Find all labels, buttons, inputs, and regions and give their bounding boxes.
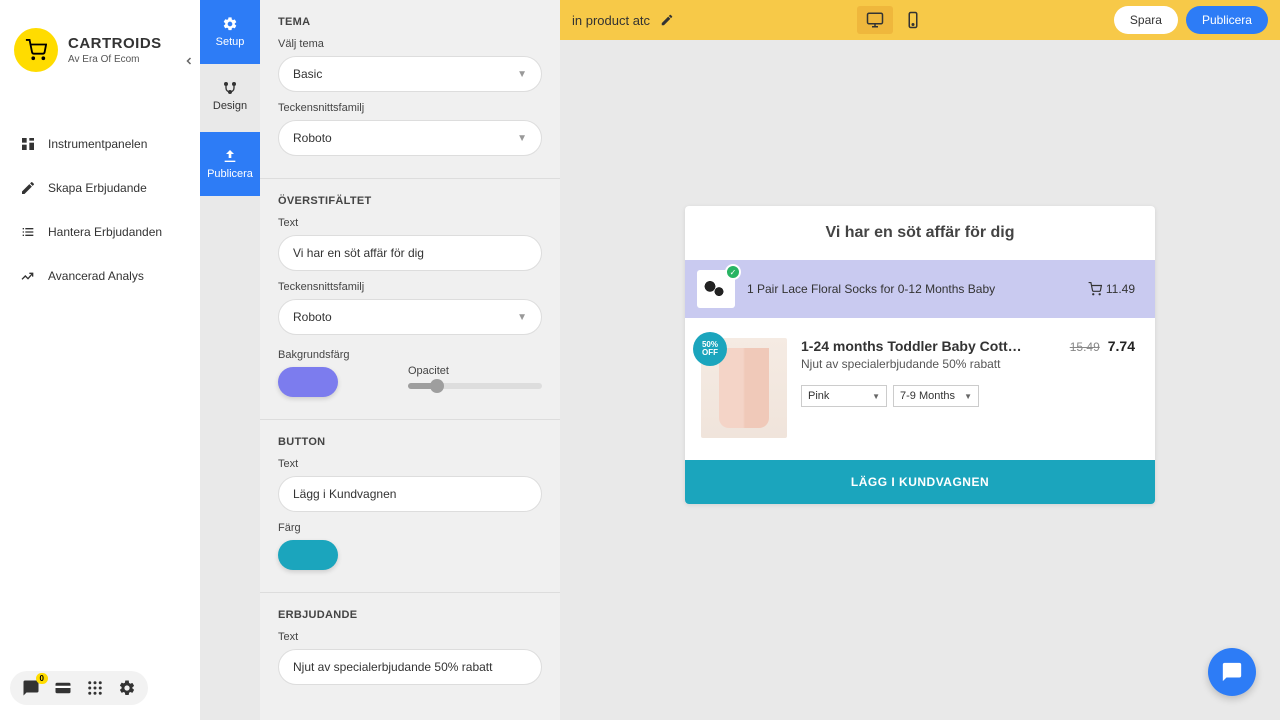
tema-theme-value: Basic [293, 67, 322, 81]
offer-old-price: 15.49 [1070, 340, 1100, 354]
nav-analytics[interactable]: Avancerad Analys [0, 254, 200, 298]
messages-button[interactable]: 0 [20, 677, 42, 699]
button-text-label: Text [278, 458, 542, 470]
chevron-down-icon: ▼ [872, 392, 880, 401]
variant-size-value: 7-9 Months [900, 390, 955, 402]
bottom-toolbar: 0 [10, 671, 148, 705]
card-icon [54, 679, 72, 697]
offer-headline: Vi har en söt affär för dig [685, 206, 1155, 260]
chevron-down-icon: ▼ [964, 392, 972, 401]
messages-badge: 0 [36, 673, 48, 684]
overst-font-label: Teckensnittsfamilj [278, 281, 542, 293]
erbjudande-text-input[interactable]: Njut av specialerbjudande 50% rabatt [278, 649, 542, 685]
nav-analytics-label: Avancerad Analys [48, 269, 144, 283]
nav-dashboard[interactable]: Instrumentpanelen [0, 122, 200, 166]
section-button-title: BUTTON [278, 436, 542, 448]
check-icon: ✓ [725, 264, 741, 280]
card-button[interactable] [52, 677, 74, 699]
discount-badge-line2: OFF [702, 349, 718, 357]
mobile-preview-button[interactable] [895, 6, 931, 34]
section-tema-title: TEMA [278, 16, 542, 28]
variant-color-value: Pink [808, 390, 829, 402]
button-color-label: Färg [278, 522, 542, 534]
tema-font-label: Teckensnittsfamilj [278, 102, 542, 114]
overst-bg-label: Bakgrundsfärg [278, 349, 388, 361]
dashboard-icon [20, 136, 36, 152]
overst-font-select[interactable]: Roboto ▼ [278, 299, 542, 335]
save-button[interactable]: Spara [1114, 6, 1178, 34]
list-icon [20, 224, 36, 240]
design-icon [222, 80, 238, 96]
cart-item-name: 1 Pair Lace Floral Socks for 0-12 Months… [747, 282, 1076, 296]
overst-text-value: Vi har en söt affär för dig [293, 246, 424, 260]
collapse-sidebar-button[interactable] [180, 52, 198, 70]
settings-button[interactable] [116, 677, 138, 699]
nav-create-offer[interactable]: Skapa Erbjudande [0, 166, 200, 210]
chat-icon [1221, 661, 1243, 683]
nav-create-label: Skapa Erbjudande [48, 181, 147, 195]
brand-name: CARTROIDS [68, 35, 162, 52]
edit-title-button[interactable] [660, 13, 674, 27]
overst-opacity-slider[interactable] [408, 383, 542, 389]
offer-product-name: 1-24 months Toddler Baby Cott… [801, 338, 1060, 354]
pencil-icon [20, 180, 36, 196]
tema-font-value: Roboto [293, 131, 332, 145]
vtab-design[interactable]: Design [200, 64, 260, 128]
variant-size-select[interactable]: 7-9 Months ▼ [893, 385, 979, 407]
apps-icon [86, 679, 104, 697]
analytics-icon [20, 268, 36, 284]
discount-badge: 50% OFF [693, 332, 727, 366]
cart-icon [1088, 282, 1102, 296]
nav-dashboard-label: Instrumentpanelen [48, 137, 147, 151]
button-text-value: Lägg i Kundvagnen [293, 487, 396, 501]
slider-thumb[interactable] [430, 379, 444, 393]
chevron-down-icon: ▼ [517, 312, 527, 323]
vtab-publish-label: Publicera [207, 168, 253, 180]
offer-preview-card: Vi har en söt affär för dig ✓ 1 Pair Lac… [685, 206, 1155, 504]
publish-button[interactable]: Publicera [1186, 6, 1268, 34]
chevron-down-icon: ▼ [517, 69, 527, 80]
chevron-down-icon: ▼ [517, 133, 527, 144]
variant-color-select[interactable]: Pink ▼ [801, 385, 887, 407]
erbjudande-text-label: Text [278, 631, 542, 643]
brand-subtitle: Av Era Of Ecom [68, 54, 162, 65]
apps-button[interactable] [84, 677, 106, 699]
section-erbjudande-title: ERBJUDANDE [278, 609, 542, 621]
desktop-preview-button[interactable] [857, 6, 893, 34]
overst-opacity-label: Opacitet [408, 365, 542, 377]
brand-logo [14, 28, 58, 72]
cart-item-row: ✓ 1 Pair Lace Floral Socks for 0-12 Mont… [685, 260, 1155, 318]
desktop-icon [866, 11, 884, 29]
topbar-title: in product atc [572, 13, 650, 28]
nav-manage-offers[interactable]: Hantera Erbjudanden [0, 210, 200, 254]
vtab-setup-label: Setup [216, 36, 245, 48]
button-text-input[interactable]: Lägg i Kundvagnen [278, 476, 542, 512]
overst-text-input[interactable]: Vi har en söt affär för dig [278, 235, 542, 271]
offer-product-desc: Njut av specialerbjudande 50% rabatt [801, 357, 1060, 371]
cart-item-price: 11.49 [1106, 282, 1135, 296]
nav-manage-label: Hantera Erbjudanden [48, 225, 162, 239]
upload-icon [222, 148, 238, 164]
overst-bg-swatch[interactable] [278, 367, 338, 397]
cart-item-thumb: ✓ [697, 270, 735, 308]
offer-new-price: 7.74 [1108, 338, 1135, 354]
button-color-swatch[interactable] [278, 540, 338, 570]
vtab-publish[interactable]: Publicera [200, 132, 260, 196]
chat-support-button[interactable] [1208, 648, 1256, 696]
tema-choose-label: Välj tema [278, 38, 542, 50]
erbjudande-text-value: Njut av specialerbjudande 50% rabatt [293, 660, 492, 674]
section-overst-title: ÖVERSTIFÄLTET [278, 195, 542, 207]
vtab-design-label: Design [213, 100, 247, 112]
tema-theme-select[interactable]: Basic ▼ [278, 56, 542, 92]
gear-icon [222, 16, 238, 32]
add-to-cart-button[interactable]: LÄGG I KUNDVAGNEN [685, 460, 1155, 504]
gear-icon [118, 679, 136, 697]
overst-text-label: Text [278, 217, 542, 229]
overst-font-value: Roboto [293, 310, 332, 324]
tema-font-select[interactable]: Roboto ▼ [278, 120, 542, 156]
mobile-icon [904, 11, 922, 29]
vtab-setup[interactable]: Setup [200, 0, 260, 64]
